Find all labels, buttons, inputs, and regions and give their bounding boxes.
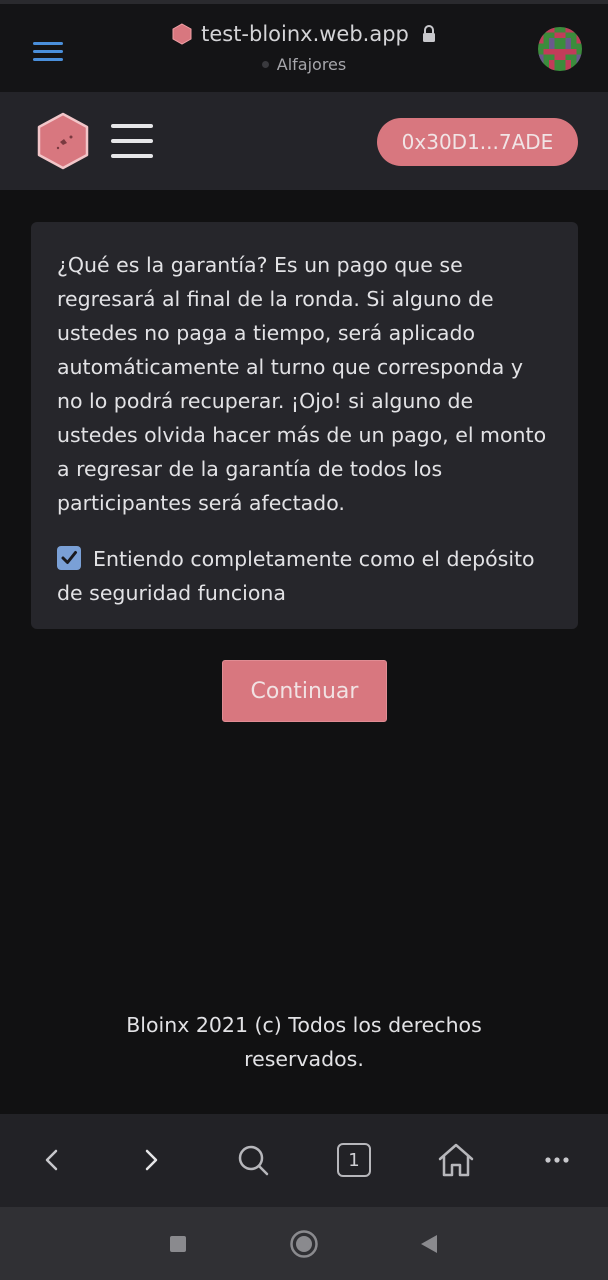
browser-bottom-nav: 1 — [0, 1114, 608, 1207]
footer-copyright-line1: Bloinx 2021 (c) Todos los derechos — [126, 1013, 482, 1037]
tabs-icon: 1 — [337, 1143, 371, 1177]
acknowledge-checkbox[interactable] — [57, 546, 81, 570]
guarantee-info-card: ¿Qué es la garantía? Es un pago que se r… — [31, 222, 578, 629]
lock-icon — [422, 25, 435, 42]
app-menu-button[interactable] — [111, 122, 153, 160]
identicon-avatar-icon — [538, 27, 582, 71]
network-status-dot — [261, 61, 269, 68]
url-text: test-bloinx.web.app — [201, 22, 409, 46]
recents-button[interactable] — [163, 1229, 193, 1259]
network-name: Alfajores — [276, 55, 347, 74]
search-icon — [238, 1145, 269, 1176]
back-button[interactable] — [32, 1140, 72, 1180]
acknowledge-label[interactable]: Entiendo completamente como el depósito … — [57, 547, 535, 605]
more-button[interactable] — [537, 1140, 577, 1180]
guarantee-explanation: ¿Qué es la garantía? Es un pago que se r… — [57, 253, 547, 515]
tabs-button[interactable]: 1 — [334, 1140, 374, 1180]
footer: Bloinx 2021 (c) Todos los derechos reser… — [0, 1008, 608, 1076]
acknowledge-row: Entiendo completamente como el depósito … — [57, 542, 552, 610]
home-icon — [438, 1143, 474, 1177]
android-back-button[interactable] — [414, 1229, 444, 1259]
app-header: 0x30D1...7ADE — [0, 92, 608, 190]
back-triangle-icon — [421, 1235, 437, 1253]
home-circle-icon — [290, 1230, 318, 1258]
recents-icon — [170, 1236, 186, 1252]
browser-top-bar: test-bloinx.web.app Alfajores — [0, 0, 608, 92]
footer-copyright-line2: reservados. — [244, 1047, 364, 1071]
checkmark-icon — [61, 551, 77, 564]
android-navigation-bar — [0, 1207, 608, 1280]
address-bar[interactable]: test-bloinx.web.app Alfajores — [0, 22, 608, 74]
bloinx-logo[interactable] — [36, 112, 90, 170]
android-home-button[interactable] — [289, 1229, 319, 1259]
forward-icon — [145, 1149, 158, 1171]
continue-button[interactable]: Continuar — [222, 660, 387, 722]
home-button[interactable] — [436, 1140, 476, 1180]
more-icon — [545, 1157, 569, 1163]
search-button[interactable] — [233, 1140, 273, 1180]
wallet-address-button[interactable]: 0x30D1...7ADE — [377, 118, 578, 166]
forward-button[interactable] — [131, 1140, 171, 1180]
back-icon — [45, 1149, 58, 1171]
site-favicon-icon — [172, 23, 192, 45]
account-avatar[interactable] — [538, 27, 582, 71]
bloinx-hexagon-logo-icon — [37, 112, 89, 170]
